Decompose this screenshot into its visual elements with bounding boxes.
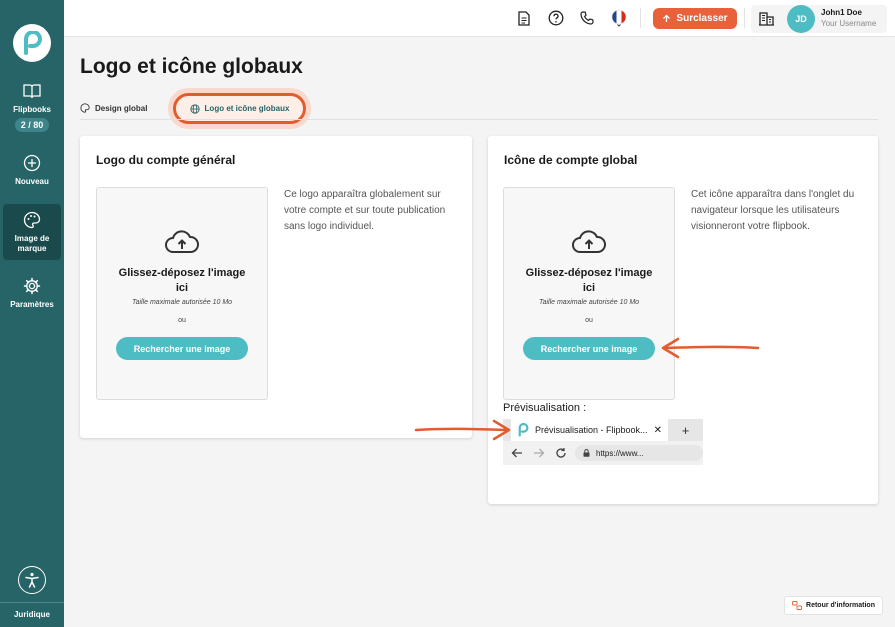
card-title: Icône de compte global xyxy=(504,153,638,167)
tabs-divider xyxy=(80,119,878,120)
sidebar-item-label: Image de marque xyxy=(14,234,50,253)
logo-dropzone[interactable]: Glissez-déposez l'image ici Taille maxim… xyxy=(96,187,268,400)
feedback-label: Retour d'information xyxy=(806,602,875,609)
dropzone-max-size: Taille maximale autorisée 10 Mo xyxy=(538,299,640,306)
topbar: Surclasser JD John1 Doe Your Username xyxy=(64,0,895,37)
page-title: Logo et icône globaux xyxy=(80,55,303,78)
browse-image-button[interactable]: Rechercher une image xyxy=(523,337,655,360)
accessibility-icon xyxy=(25,572,39,588)
preview-browser-tab: Prévisualisation - Flipbook... ✕ xyxy=(511,419,668,441)
sidebar-item-new[interactable]: Nouveau xyxy=(3,152,61,192)
cloud-upload-icon xyxy=(572,230,606,253)
back-arrow-icon xyxy=(511,448,522,458)
preview-url-text: https://www... xyxy=(596,448,644,458)
topbar-divider xyxy=(744,8,745,28)
annotation-arrow-icon xyxy=(661,337,760,359)
sidebar-item-branding[interactable]: Image de marque xyxy=(3,204,61,260)
cloud-upload-icon xyxy=(165,230,199,253)
browse-image-button[interactable]: Rechercher une image xyxy=(116,337,248,360)
phone-icon[interactable] xyxy=(578,9,596,27)
logo-card: Logo du compte général Glissez-déposez l… xyxy=(80,136,472,438)
feedback-button[interactable]: Retour d'information xyxy=(784,596,883,615)
avatar[interactable]: JD xyxy=(787,5,815,33)
gear-icon xyxy=(23,275,41,297)
dropzone-or: ou xyxy=(585,317,593,324)
feedback-icon xyxy=(792,601,802,610)
building-icon[interactable] xyxy=(759,11,774,31)
sidebar-item-label: Nouveau xyxy=(15,177,49,186)
preview-label: Prévisualisation : xyxy=(503,402,587,414)
topbar-divider xyxy=(640,8,641,28)
flipbook-counter: 2 / 80 xyxy=(14,118,50,132)
lock-icon xyxy=(583,449,590,457)
preview-address-bar: https://www... xyxy=(503,441,703,465)
upgrade-label: Surclasser xyxy=(676,13,728,24)
preview-tab-title: Prévisualisation - Flipbook... xyxy=(535,425,648,435)
card-title: Logo du compte général xyxy=(96,153,236,167)
sidebar-item-flipbooks[interactable]: Flipbooks 2 / 80 xyxy=(3,80,61,132)
new-tab-icon: + xyxy=(668,419,703,441)
user-username: Your Username xyxy=(821,19,877,28)
sidebar-item-settings[interactable]: Paramètres xyxy=(3,275,61,315)
dropzone-heading: Glissez-déposez l'image ici xyxy=(118,267,246,294)
favicon-icon xyxy=(518,423,529,437)
dropzone-heading: Glissez-déposez l'image ici xyxy=(525,267,653,294)
app-logo[interactable] xyxy=(13,24,51,62)
document-icon[interactable] xyxy=(515,9,533,27)
tab-global-design[interactable]: Design global xyxy=(80,103,147,113)
tab-label: Logo et icône globaux xyxy=(204,104,290,113)
arrow-up-icon xyxy=(663,14,671,22)
accessibility-button[interactable] xyxy=(18,566,46,594)
user-menu[interactable]: JD John1 Doe Your Username xyxy=(751,5,887,33)
sidebar-item-label: Flipbooks xyxy=(13,105,51,114)
legal-link[interactable]: Juridique xyxy=(0,610,64,619)
book-icon xyxy=(23,80,41,102)
dropzone-max-size: Taille maximale autorisée 10 Mo xyxy=(131,299,233,306)
logo-description: Ce logo apparaîtra globalement sur votre… xyxy=(284,189,446,232)
user-name: John1 Doe xyxy=(821,8,862,17)
annotation-arrow-icon xyxy=(414,419,511,441)
dropzone-or: ou xyxy=(178,317,186,324)
close-icon: ✕ xyxy=(653,424,662,436)
upgrade-button[interactable]: Surclasser xyxy=(653,8,737,29)
sidebar-divider xyxy=(0,602,64,603)
icon-dropzone[interactable]: Glissez-déposez l'image ici Taille maxim… xyxy=(503,187,675,400)
tab-label: Design global xyxy=(95,103,148,113)
sidebar: Flipbooks 2 / 80 Nouveau Image de marque… xyxy=(0,0,64,627)
reload-icon xyxy=(556,448,566,458)
sidebar-item-label: Paramètres xyxy=(10,300,54,309)
help-icon[interactable] xyxy=(547,9,565,27)
globe-icon xyxy=(189,103,200,114)
preview-url: https://www... xyxy=(575,445,703,461)
forward-arrow-icon xyxy=(534,448,545,458)
palette-icon xyxy=(80,103,90,113)
plus-circle-icon xyxy=(23,152,41,174)
logo-p-icon xyxy=(24,31,42,55)
palette-icon xyxy=(23,209,41,231)
language-flag-icon[interactable] xyxy=(610,9,628,27)
icon-description: Cet icône apparaîtra dans l'onglet du na… xyxy=(691,189,855,232)
